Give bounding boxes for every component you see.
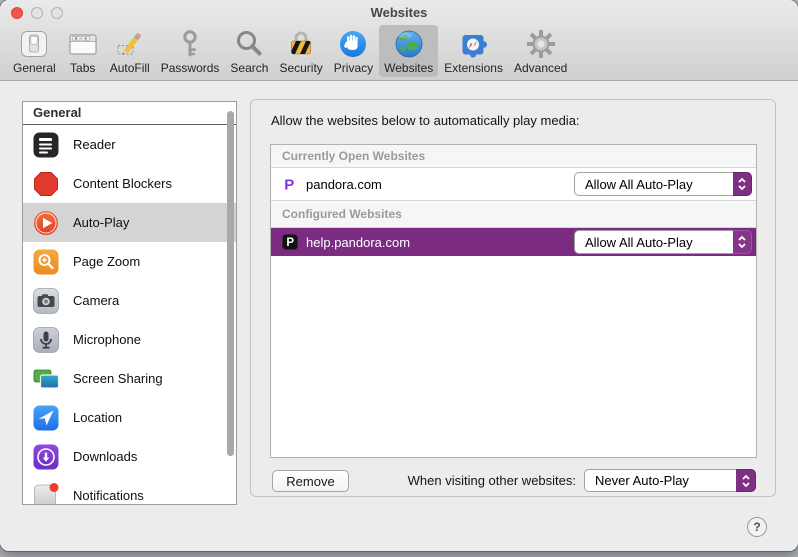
switch-icon (21, 31, 48, 57)
tab-security[interactable]: Security (274, 25, 327, 77)
window-chrome: Websites General Tabs AutoFill Passwords… (0, 0, 798, 81)
site-row-pandora[interactable]: P pandora.com Allow All Auto-Play (271, 168, 756, 201)
preferences-window: Websites General Tabs AutoFill Passwords… (0, 0, 798, 551)
site-label: pandora.com (306, 176, 382, 192)
tab-tabs[interactable]: Tabs (62, 25, 104, 77)
microphone-icon (33, 326, 59, 353)
tab-extensions[interactable]: Extensions (439, 25, 508, 77)
tab-extensions-label: Extensions (444, 61, 503, 75)
tab-passwords[interactable]: Passwords (156, 25, 225, 77)
sidebar-item-content-blockers[interactable]: Content Blockers (23, 164, 236, 203)
tab-privacy-label: Privacy (333, 61, 374, 75)
auto-play-panel: Allow the websites below to automaticall… (250, 99, 776, 497)
sidebar-item-page-zoom[interactable]: Page Zoom (23, 242, 236, 281)
sidebar-item-downloads[interactable]: Downloads (23, 437, 236, 476)
stepper-arrows-icon (733, 230, 752, 254)
preferences-toolbar: General Tabs AutoFill Passwords Search S… (8, 25, 573, 77)
window-title: Websites (370, 5, 428, 20)
panel-heading: Allow the websites below to automaticall… (271, 113, 580, 128)
section-header-currently-open: Currently Open Websites (271, 145, 756, 168)
tab-search[interactable]: Search (225, 25, 273, 77)
reader-icon (33, 132, 59, 157)
pencil-icon (117, 32, 142, 55)
sidebar-item-location[interactable]: Location (23, 398, 236, 437)
site-label: help.pandora.com (306, 234, 411, 250)
other-websites-label: When visiting other websites: (407, 473, 576, 488)
sidebar-item-label: Screen Sharing (73, 371, 163, 386)
site-row-help-pandora[interactable]: P help.pandora.com Allow All Auto-Play (271, 228, 756, 256)
tab-passwords-label: Passwords (160, 61, 220, 75)
sidebar-item-label: Location (73, 410, 123, 425)
location-icon (33, 405, 59, 430)
svg-text:P: P (286, 237, 294, 249)
magnifier-icon (237, 31, 262, 56)
content-blocker-icon (34, 171, 58, 196)
notifications-icon (34, 482, 59, 504)
websites-list: Currently Open Websites P pandora.com Al… (270, 144, 757, 458)
tab-tabs-label: Tabs (70, 61, 96, 75)
downloads-icon (33, 444, 59, 469)
tab-websites[interactable]: Websites (379, 25, 439, 77)
selected-option-label: Never Auto-Play (584, 469, 736, 492)
pandora-black-p-icon: P (282, 234, 298, 250)
selected-option-label: Allow All Auto-Play (574, 172, 733, 196)
selected-option-label: Allow All Auto-Play (574, 230, 733, 254)
sidebar-item-label: Content Blockers (73, 176, 172, 191)
tab-advanced[interactable]: Advanced (509, 25, 572, 77)
sidebar-item-label: Downloads (73, 449, 138, 464)
content-area: General Reader Content Blockers Auto-Pla… (0, 82, 798, 551)
tab-general-label: General (13, 61, 56, 75)
tab-advanced-label: Advanced (513, 61, 568, 75)
other-websites-setting: When visiting other websites: Never Auto… (408, 469, 756, 492)
sidebar-item-label: Camera (73, 293, 120, 308)
globe-icon (395, 30, 423, 58)
sidebar-item-screen-sharing[interactable]: Screen Sharing (23, 359, 236, 398)
general-sidebar: General Reader Content Blockers Auto-Pla… (22, 101, 237, 505)
auto-play-select-pandora[interactable]: Allow All Auto-Play (574, 172, 752, 196)
help-button[interactable]: ? (747, 517, 767, 537)
auto-play-select-help-pandora[interactable]: Allow All Auto-Play (574, 230, 752, 254)
svg-text:P: P (284, 176, 294, 192)
tab-websites-label: Websites (384, 61, 434, 75)
screen-sharing-icon (33, 369, 59, 389)
pandora-gradient-p-icon: P (284, 176, 294, 192)
sidebar-item-auto-play[interactable]: Auto-Play (23, 203, 236, 242)
puzzle-icon (462, 35, 487, 58)
sidebar-header: General (23, 102, 236, 125)
sidebar-item-label: Page Zoom (73, 254, 141, 269)
tabs-icon (69, 34, 97, 55)
remove-button[interactable]: Remove (272, 470, 349, 492)
other-websites-select[interactable]: Never Auto-Play (584, 469, 756, 492)
sidebar-item-label: Notifications (73, 488, 144, 503)
section-header-configured: Configured Websites (271, 201, 756, 228)
sidebar-item-microphone[interactable]: Microphone (23, 320, 236, 359)
stepper-arrows-icon (736, 469, 756, 492)
auto-play-icon (34, 210, 58, 235)
tab-search-label: Search (230, 61, 269, 75)
tab-autofill-label: AutoFill (109, 61, 150, 75)
sidebar-item-label: Reader (73, 137, 116, 152)
hand-icon (340, 31, 367, 57)
sidebar-item-notifications[interactable]: Notifications (23, 476, 236, 504)
sidebar-item-label: Auto-Play (73, 215, 130, 230)
lock-icon (291, 31, 311, 55)
page-zoom-icon (33, 249, 59, 274)
sidebar-item-reader[interactable]: Reader (23, 125, 236, 164)
tab-general[interactable]: General (8, 25, 61, 77)
sidebar-item-label: Microphone (73, 332, 141, 347)
stepper-arrows-icon (733, 172, 752, 196)
gear-icon (526, 30, 555, 58)
tab-security-label: Security (279, 61, 323, 75)
tab-autofill[interactable]: AutoFill (105, 25, 155, 77)
key-icon (183, 30, 197, 57)
sidebar-item-camera[interactable]: Camera (23, 281, 236, 320)
camera-icon (33, 287, 59, 314)
tab-privacy[interactable]: Privacy (329, 25, 378, 77)
sidebar-scrollbar[interactable] (227, 111, 234, 456)
